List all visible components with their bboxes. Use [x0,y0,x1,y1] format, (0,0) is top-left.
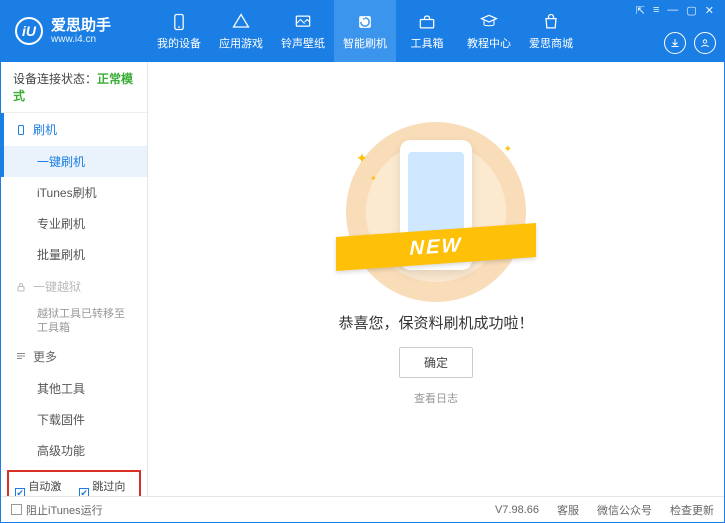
menu-button[interactable]: ≡ [651,4,661,16]
wechat-link[interactable]: 微信公众号 [597,502,652,518]
wallpaper-icon [293,12,313,32]
maximize-button[interactable]: ▢ [684,4,698,17]
nav-store[interactable]: 爱思商城 [520,0,582,62]
view-log-link[interactable]: 查看日志 [414,390,458,406]
window-controls: ⇱ ≡ — ▢ ✕ [626,0,724,20]
phone-icon [169,12,189,32]
flash-icon [355,12,375,32]
brand-name: 爱思助手 [51,18,111,33]
checkbox-skip-guide[interactable]: ✔跳过向导 [79,478,133,496]
ok-button[interactable]: 确定 [399,347,473,378]
brand-url: www.i4.cn [51,35,111,45]
download-icon [669,37,681,49]
highlight-options: ✔自动激活 ✔跳过向导 [7,470,141,496]
sidebar-item-oneclick-flash[interactable]: 一键刷机 [1,146,147,177]
phone-small-icon [15,124,27,136]
sidebar-item-itunes-flash[interactable]: iTunes刷机 [1,177,147,208]
checkbox-icon [11,504,22,515]
sidebar: 设备连接状态：正常模式 刷机 一键刷机 iTunes刷机 专业刷机 批量刷机 一… [1,62,148,496]
version-label: V7.98.66 [495,504,539,516]
sidebar-item-advanced[interactable]: 高级功能 [1,435,147,466]
sidebar-item-download-firmware[interactable]: 下载固件 [1,404,147,435]
sidebar-item-pro-flash[interactable]: 专业刷机 [1,208,147,239]
success-message: 恭喜您，保资料刷机成功啦！ [338,312,533,333]
sidebar-group-jailbreak: 一键越狱 [1,270,147,303]
account-button[interactable] [694,32,716,54]
footer: 阻止iTunes运行 V7.98.66 客服 微信公众号 检查更新 [1,496,724,522]
body: 设备连接状态：正常模式 刷机 一键刷机 iTunes刷机 专业刷机 批量刷机 一… [1,62,724,496]
user-icon [699,37,711,49]
brand: iU 爱思助手 www.i4.cn [1,0,148,62]
support-link[interactable]: 客服 [557,502,579,518]
sidebar-group-flash[interactable]: 刷机 [1,113,147,146]
app-window: iU 爱思助手 www.i4.cn 我的设备 应用游戏 铃声壁纸 智能刷机 [0,0,725,523]
main-panel: ✦ ✦ ✦ NEW 恭喜您，保资料刷机成功啦！ 确定 查看日志 [148,62,724,496]
checkbox-block-itunes[interactable]: 阻止iTunes运行 [11,502,103,518]
sidebar-item-other-tools[interactable]: 其他工具 [1,373,147,404]
titlebar-actions [664,32,716,54]
apps-icon [231,12,251,32]
logo-icon: iU [15,17,43,45]
nav-smart-flash[interactable]: 智能刷机 [334,0,396,62]
list-icon [15,350,27,362]
star-icon: ✦ [356,150,368,167]
minimize-button[interactable]: — [665,4,680,16]
download-button[interactable] [664,32,686,54]
toolbox-icon [417,12,437,32]
star-icon: ✦ [504,144,512,155]
nav-tutorials[interactable]: 教程中心 [458,0,520,62]
close-button[interactable]: ✕ [703,4,716,17]
jailbreak-note: 越狱工具已转移至工具箱 [37,307,135,336]
lock-icon [15,281,27,293]
connection-status: 设备连接状态：正常模式 [1,62,147,113]
checkbox-auto-activate[interactable]: ✔自动激活 [15,478,69,496]
check-update-link[interactable]: 检查更新 [670,502,714,518]
nav-apps-games[interactable]: 应用游戏 [210,0,272,62]
nav-toolbox[interactable]: 工具箱 [396,0,458,62]
pin-button[interactable]: ⇱ [634,4,647,17]
tutorial-icon [479,12,499,32]
titlebar: iU 爱思助手 www.i4.cn 我的设备 应用游戏 铃声壁纸 智能刷机 [1,0,724,62]
nav-ringtone-wallpaper[interactable]: 铃声壁纸 [272,0,334,62]
star-icon: ✦ [370,174,377,183]
sidebar-group-more[interactable]: 更多 [1,340,147,373]
success-illustration: ✦ ✦ ✦ NEW [346,122,526,302]
sidebar-item-batch-flash[interactable]: 批量刷机 [1,239,147,270]
nav-my-device[interactable]: 我的设备 [148,0,210,62]
store-icon [541,12,561,32]
